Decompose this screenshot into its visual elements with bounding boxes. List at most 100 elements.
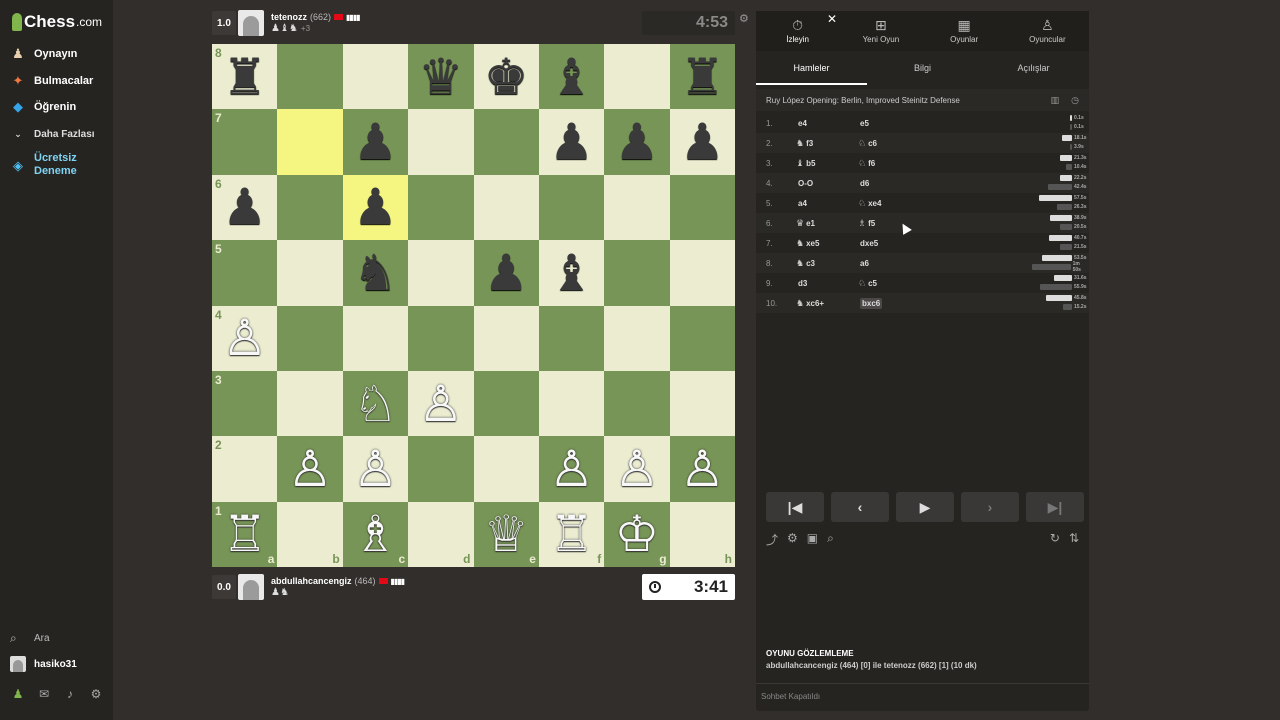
square-a7[interactable]: 7 [212, 109, 278, 175]
square-d8[interactable]: ♛ [408, 44, 474, 110]
white-move[interactable]: ♞ xc6+ [796, 298, 858, 309]
square-e7[interactable] [473, 109, 539, 175]
tab-new-game[interactable]: ⊞ Yeni Oyun [839, 11, 922, 51]
square-b7[interactable] [277, 109, 343, 175]
white-pawn-icon[interactable]: ♙ [680, 444, 725, 494]
square-b5[interactable] [277, 240, 343, 306]
previous-move-button[interactable]: ‹ [831, 492, 889, 522]
white-move[interactable]: ♞ xe5 [796, 238, 858, 249]
bottom-player-name[interactable]: abdullahcancengiz [271, 576, 352, 586]
white-bishop-icon[interactable]: ♗ [353, 509, 398, 559]
white-pawn-icon[interactable]: ♙ [353, 444, 398, 494]
tab-players[interactable]: ♙ Oyuncular [1006, 11, 1089, 51]
black-move[interactable]: dxe5 [858, 238, 918, 248]
white-move[interactable]: ♛ e1 [796, 218, 858, 229]
square-c2[interactable]: ♙ [342, 436, 409, 502]
white-pawn-icon[interactable]: ♙ [549, 444, 594, 494]
next-move-button[interactable]: › [961, 492, 1019, 522]
white-rook-icon[interactable]: ♖ [222, 509, 267, 559]
square-f3[interactable] [538, 370, 605, 437]
nav-play[interactable]: ♟ Oynayın [10, 46, 77, 62]
square-g5[interactable] [604, 240, 670, 306]
square-h7[interactable]: ♟ [669, 109, 735, 175]
square-h8[interactable]: ♜ [669, 44, 735, 110]
black-pawn-icon[interactable]: ♟ [353, 182, 398, 232]
square-f4[interactable] [538, 305, 605, 371]
square-a5[interactable]: 5 [212, 240, 278, 306]
chess-logo[interactable]: Chess .com [12, 10, 102, 34]
share-icon[interactable]: ⤴ [766, 531, 778, 548]
square-f1[interactable]: f ♖ [538, 501, 605, 567]
sidebar-user[interactable]: hasiko31 [10, 656, 77, 672]
square-e5[interactable]: ♟ [473, 240, 539, 306]
square-h4[interactable] [669, 305, 735, 371]
square-b4[interactable] [277, 305, 343, 371]
square-c8[interactable] [342, 44, 409, 110]
last-move-button[interactable]: ▶| [1026, 492, 1084, 522]
first-move-button[interactable]: |◀ [766, 492, 824, 522]
subtab-moves[interactable]: Hamleler [756, 57, 867, 85]
square-f2[interactable]: ♙ [538, 436, 605, 502]
black-knight-icon[interactable]: ♞ [353, 248, 398, 298]
white-move[interactable]: ♞ f3 [796, 138, 858, 149]
square-f8[interactable]: ♝ [538, 44, 605, 110]
bottom-player-avatar[interactable] [238, 574, 264, 600]
black-rook-icon[interactable]: ♜ [222, 52, 267, 102]
nav-learn[interactable]: ◆ Öğrenin [10, 99, 76, 115]
square-g6[interactable] [604, 174, 670, 241]
white-move[interactable]: d3 [796, 278, 858, 288]
black-move[interactable]: ♘ c5 [858, 278, 918, 289]
square-b6[interactable] [277, 174, 343, 241]
sidebar-search[interactable]: ⌕ Ara [10, 631, 50, 646]
square-g8[interactable] [604, 44, 670, 110]
friends-icon[interactable]: ♟ [10, 686, 26, 702]
square-d2[interactable] [408, 436, 474, 502]
white-move[interactable]: O-O [796, 178, 858, 188]
square-h6[interactable] [669, 174, 735, 241]
white-king-icon[interactable]: ♔ [615, 509, 660, 559]
black-queen-icon[interactable]: ♛ [418, 52, 463, 102]
white-pawn-icon[interactable]: ♙ [288, 444, 333, 494]
black-pawn-icon[interactable]: ♟ [549, 117, 594, 167]
black-move[interactable]: ♘ c6 [858, 138, 918, 149]
black-move[interactable]: ♘ f6 [858, 158, 918, 169]
top-player-avatar[interactable] [238, 10, 264, 36]
opening-name[interactable]: Ruy López Opening: Berlin, Improved Stei… [766, 96, 960, 105]
white-knight-icon[interactable]: ♘ [353, 379, 398, 429]
black-king-icon[interactable]: ♚ [484, 52, 529, 102]
square-a3[interactable]: 3 [212, 370, 278, 437]
subtab-info[interactable]: Bilgi [867, 57, 978, 85]
nav-more[interactable]: ⌄ Daha Fazlası [10, 126, 94, 142]
zoom-icon[interactable]: ⌕ [827, 531, 834, 548]
image-icon[interactable]: ▣ [807, 531, 818, 548]
square-a1[interactable]: 1 a ♖ [212, 501, 278, 567]
square-g4[interactable] [604, 305, 670, 371]
black-pawn-icon[interactable]: ♟ [615, 117, 660, 167]
square-d6[interactable] [408, 174, 474, 241]
square-g2[interactable]: ♙ [604, 436, 670, 502]
black-pawn-icon[interactable]: ♟ [353, 117, 398, 167]
square-h5[interactable] [669, 240, 735, 306]
square-d7[interactable] [408, 109, 474, 175]
white-pawn-icon[interactable]: ♙ [615, 444, 660, 494]
black-pawn-icon[interactable]: ♟ [484, 248, 529, 298]
square-h3[interactable] [669, 370, 735, 437]
square-h1[interactable]: h [669, 501, 735, 567]
refresh-icon[interactable]: ↻ [1050, 531, 1060, 548]
book-icon[interactable]: ▥ [1051, 95, 1060, 106]
white-rook-icon[interactable]: ♖ [549, 509, 594, 559]
bell-icon[interactable]: ♪ [62, 686, 78, 702]
gear-icon[interactable]: ⚙ [88, 686, 104, 702]
white-move[interactable]: ♝ b5 [796, 158, 858, 169]
square-c7[interactable]: ♟ [342, 109, 409, 175]
black-move[interactable]: bxc6 [858, 298, 918, 309]
black-move[interactable]: d6 [858, 178, 918, 188]
flip-board-icon[interactable]: ⇅ [1069, 531, 1079, 548]
square-d1[interactable]: d [408, 501, 474, 567]
black-rook-icon[interactable]: ♜ [680, 52, 725, 102]
square-c5[interactable]: ♞ [342, 240, 409, 306]
white-pawn-icon[interactable]: ♙ [418, 379, 463, 429]
square-c6[interactable]: ♟ [342, 174, 409, 241]
chat-status[interactable]: Sohbet Kapatıldı [756, 683, 1089, 711]
top-player-name[interactable]: tetenozz [271, 12, 307, 22]
